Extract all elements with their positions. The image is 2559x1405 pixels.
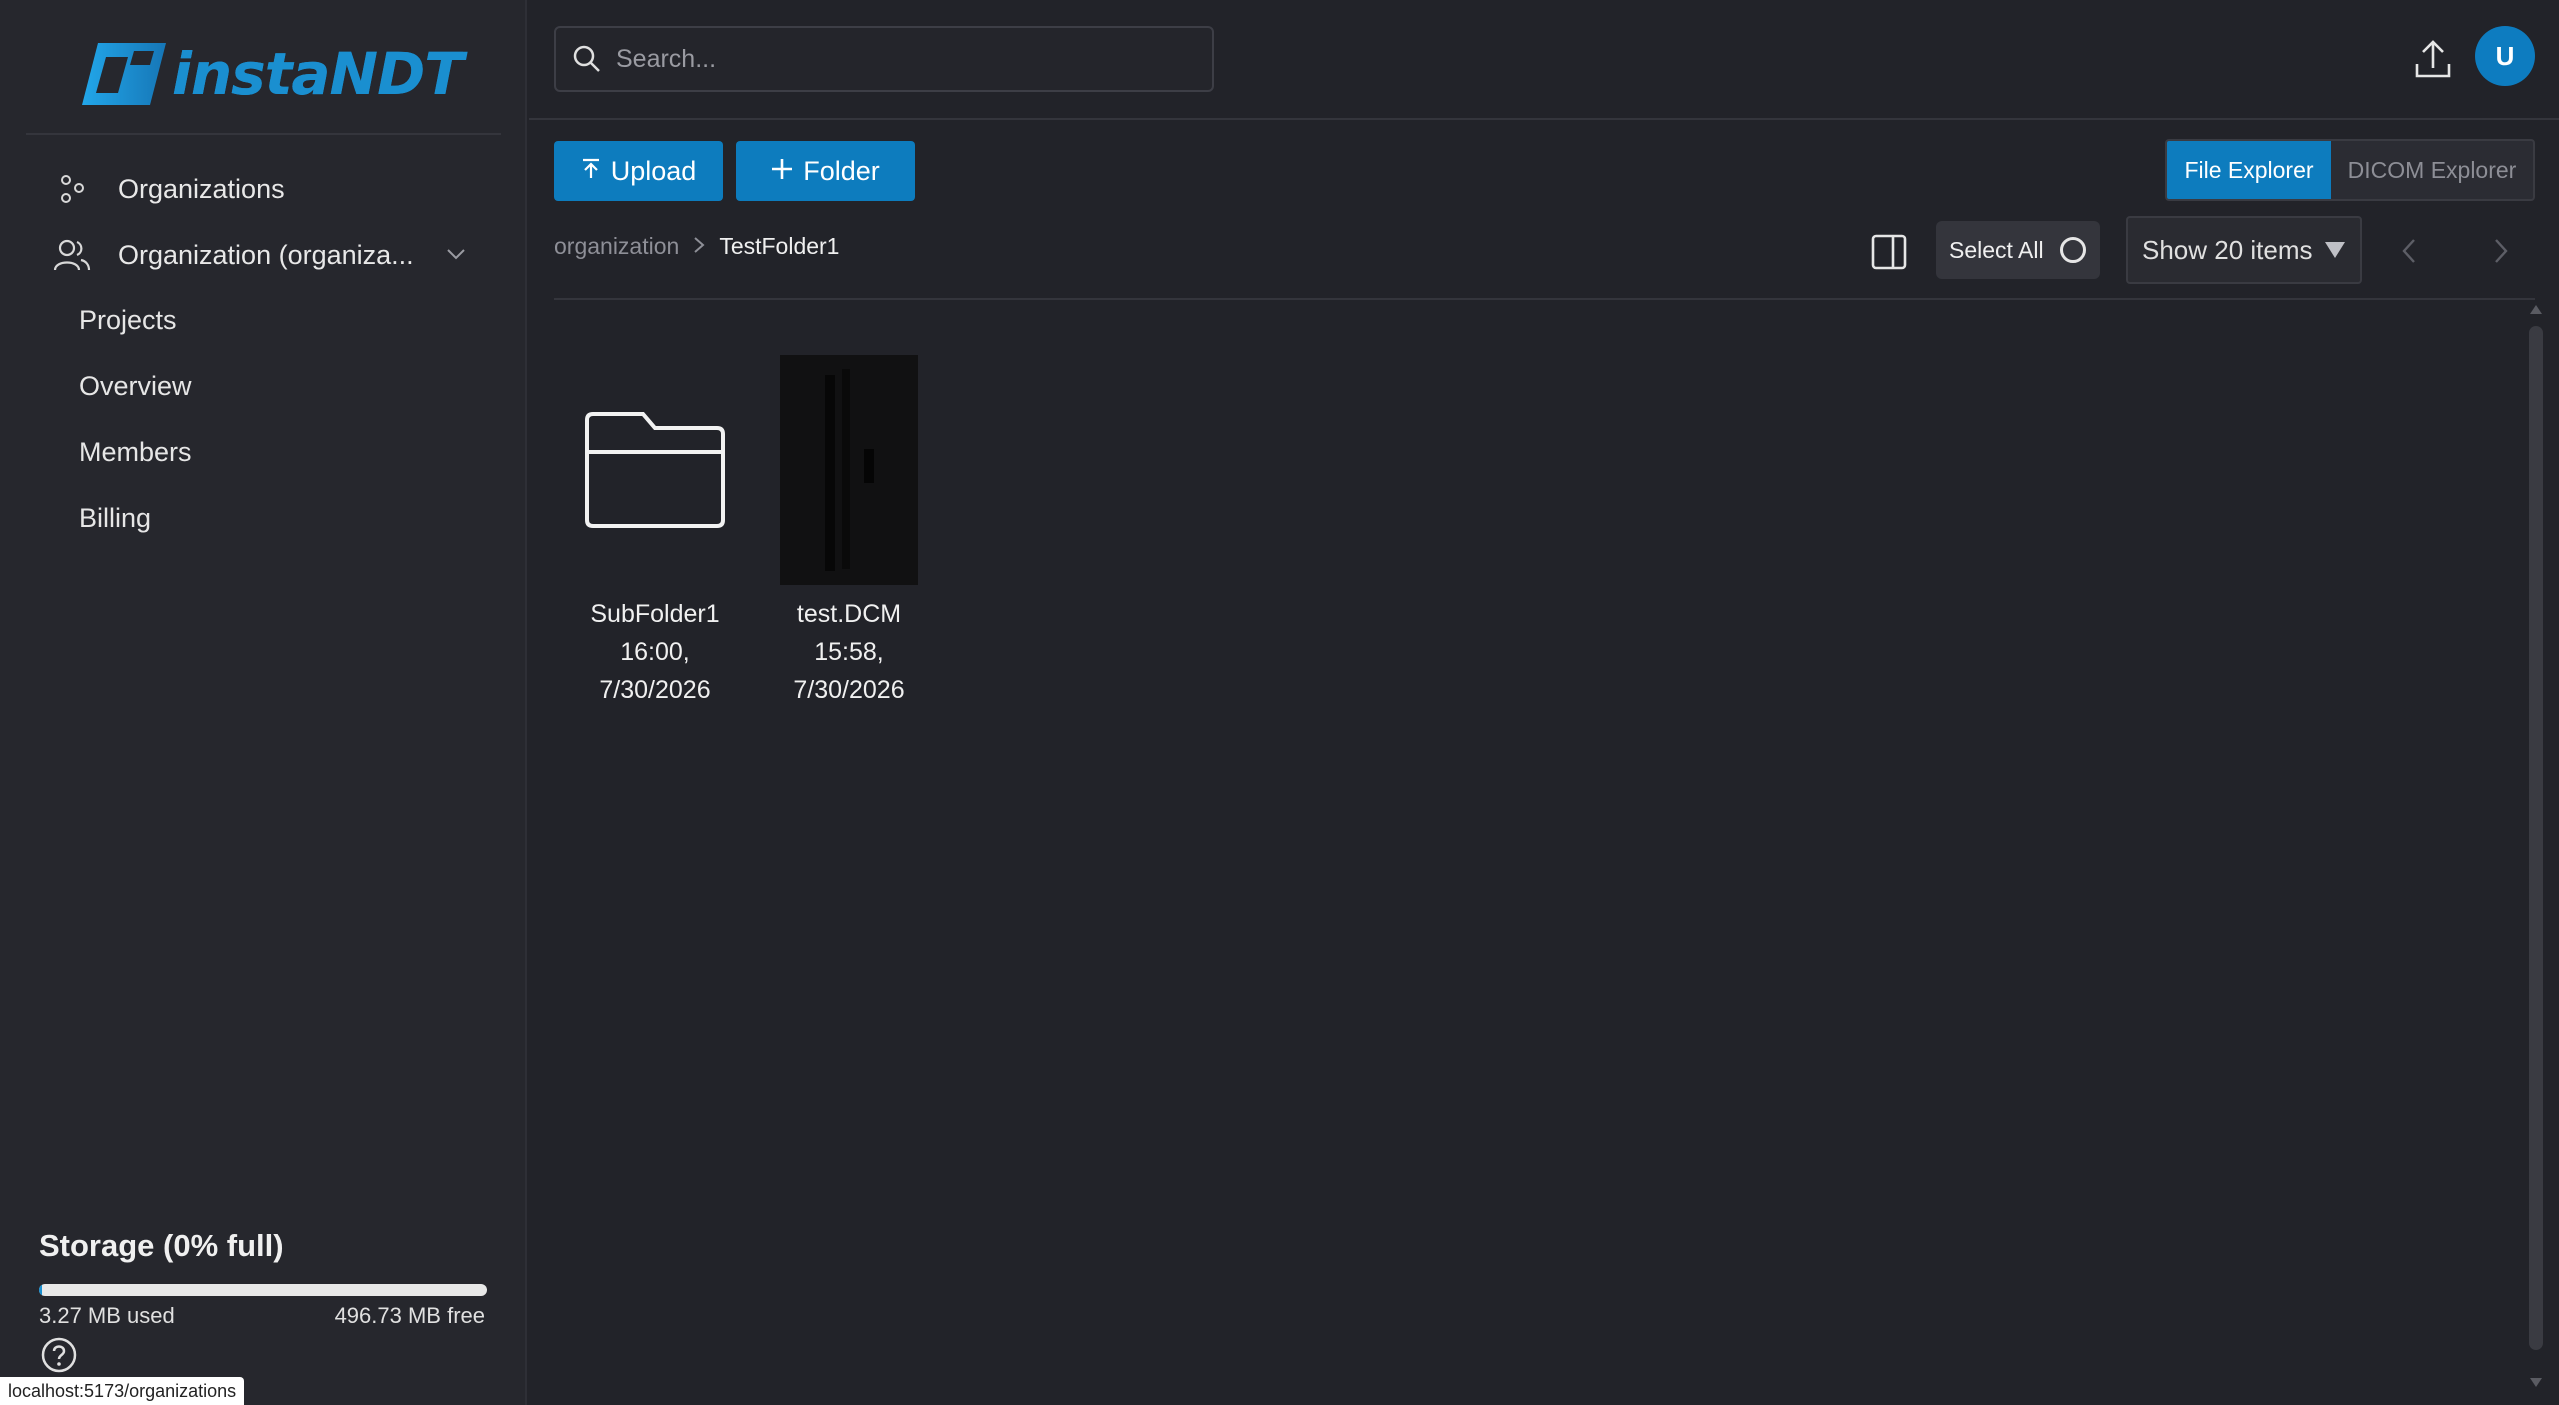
status-bar-url: localhost:5173/organizations (0, 1377, 245, 1405)
items-per-page-select[interactable]: Show 20 items (2126, 216, 2362, 284)
file-date: 7/30/2026 (599, 676, 711, 704)
sidebar-item-overview[interactable]: Overview (79, 371, 192, 402)
file-name: test.DCM (796, 600, 902, 628)
radio-circle-icon (2059, 237, 2086, 263)
content-divider (554, 298, 2535, 300)
upload-icon[interactable] (2413, 38, 2453, 80)
storage-title: Storage (0% full) (39, 1228, 284, 1263)
file-item-folder[interactable]: SubFolder1 16:00, 7/30/2026 (580, 355, 730, 709)
sidebar-item-members[interactable]: Members (79, 437, 192, 468)
sidebar-item-label: Organizations (118, 173, 285, 204)
file-date: 7/30/2026 (793, 676, 905, 704)
file-time: 16:00, (620, 638, 690, 666)
chevron-right-pager-icon[interactable] (2488, 234, 2514, 268)
folder-thumbnail (580, 355, 730, 585)
brand-name: instaNDT (172, 40, 464, 108)
sidebar-item-billing[interactable]: Billing (79, 503, 151, 534)
sidebar-item-organization[interactable]: Organization (organiza... (52, 235, 414, 275)
panel-toggle-icon[interactable] (1871, 234, 1907, 270)
add-folder-button-label: Folder (803, 155, 880, 186)
scroll-up-arrow-icon[interactable] (2530, 305, 2542, 314)
folder-icon (585, 412, 725, 528)
organizations-icon (52, 169, 92, 209)
help-icon[interactable] (40, 1336, 78, 1374)
topbar: U (529, 0, 2559, 120)
add-folder-button[interactable]: Folder (736, 141, 915, 201)
search-icon (573, 45, 600, 72)
caret-down-icon (2324, 242, 2345, 258)
brand-logo[interactable]: instaNDT (76, 38, 464, 110)
select-all-label: Select All (1949, 236, 2044, 263)
view-switch: File Explorer DICOM Explorer (2165, 139, 2535, 201)
file-item-dicom[interactable]: test.DCM 15:58, 7/30/2026 (774, 355, 924, 709)
sidebar-divider (26, 133, 501, 135)
upload-arrow-icon (581, 154, 601, 188)
items-per-page-label: Show 20 items (2142, 234, 2313, 265)
upload-button[interactable]: Upload (554, 141, 723, 201)
tab-dicom-explorer[interactable]: DICOM Explorer (2331, 141, 2533, 199)
file-time: 15:58, (814, 638, 884, 666)
chevron-left-icon[interactable] (2396, 234, 2422, 268)
search-box[interactable] (554, 26, 1214, 92)
chevron-right-icon (693, 234, 705, 260)
search-input[interactable] (616, 44, 1176, 74)
file-name: SubFolder1 (590, 600, 720, 628)
upload-button-label: Upload (610, 155, 697, 186)
storage-free: 496.73 MB free (334, 1303, 485, 1328)
user-avatar[interactable]: U (2475, 26, 2535, 86)
breadcrumb-root[interactable]: organization (554, 233, 679, 260)
dicom-thumbnail (780, 355, 918, 585)
breadcrumb-current: TestFolder1 (719, 233, 840, 259)
chevron-down-icon[interactable] (444, 242, 468, 266)
plus-icon (771, 154, 793, 188)
storage-progress-bar (39, 1284, 487, 1296)
tab-file-explorer[interactable]: File Explorer (2167, 141, 2331, 199)
instandt-logo-icon (76, 39, 168, 109)
scrollbar-thumb[interactable] (2529, 326, 2543, 1350)
sidebar-item-label: Organization (organiza... (118, 239, 414, 270)
storage-progress-fill (39, 1284, 42, 1296)
sidebar-item-projects[interactable]: Projects (79, 305, 177, 336)
sidebar-item-organizations[interactable]: Organizations (52, 169, 285, 209)
select-all-button[interactable]: Select All (1936, 221, 2100, 279)
users-icon (52, 235, 92, 275)
sidebar: instaNDT Organizations Organization (org… (0, 0, 527, 1405)
breadcrumb: organization TestFolder1 (554, 233, 839, 260)
scroll-down-arrow-icon[interactable] (2530, 1378, 2542, 1387)
storage-used: 3.27 MB used (39, 1303, 175, 1328)
